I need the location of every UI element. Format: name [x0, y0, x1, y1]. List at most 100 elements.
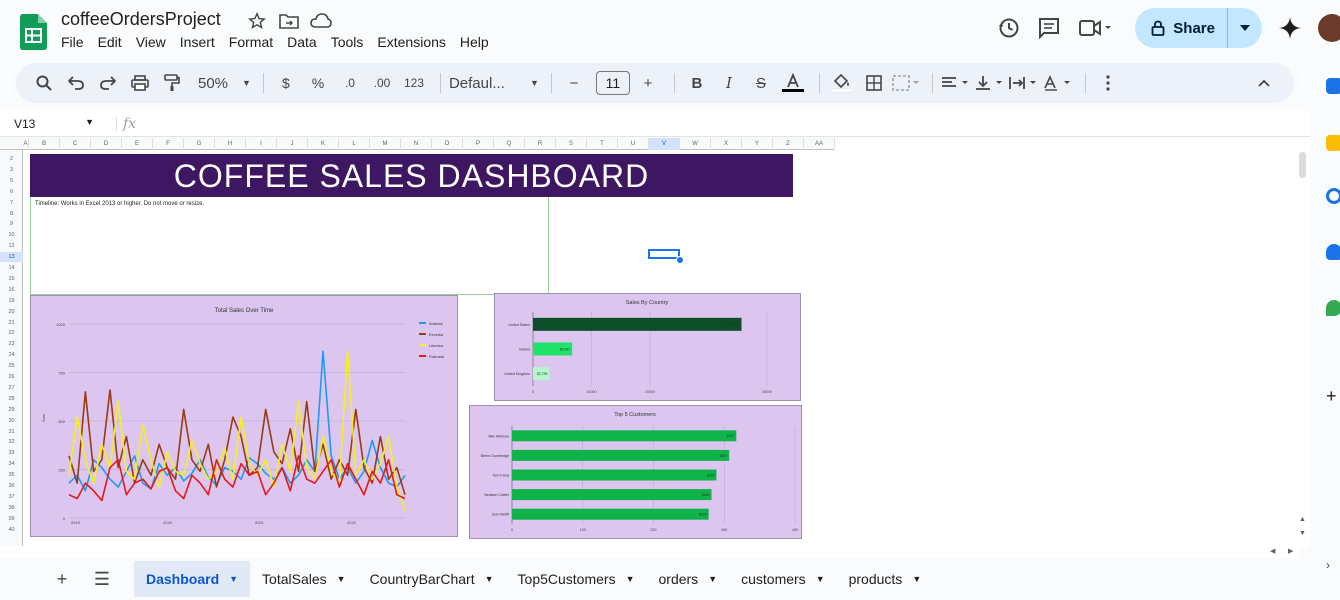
- row-header-28[interactable]: 28: [0, 394, 23, 404]
- menu-edit[interactable]: Edit: [98, 34, 122, 50]
- tab-chevron-down-icon[interactable]: ▼: [229, 574, 238, 584]
- tab-countrybarchart[interactable]: CountryBarChart ▼: [358, 561, 506, 597]
- share-options-chevron-icon[interactable]: [1228, 8, 1262, 48]
- row-header-33[interactable]: 33: [0, 448, 23, 458]
- column-header-p[interactable]: P: [463, 138, 494, 150]
- column-header-y[interactable]: Y: [742, 138, 773, 150]
- share-button[interactable]: Share: [1135, 8, 1262, 48]
- row-header-5[interactable]: 5: [0, 176, 23, 186]
- scroll-down-arrow-icon[interactable]: ▼: [1299, 530, 1306, 537]
- column-header-m[interactable]: M: [370, 138, 401, 150]
- calendar-icon[interactable]: [1326, 78, 1340, 94]
- tab-chevron-down-icon[interactable]: ▼: [337, 574, 346, 584]
- bold-icon[interactable]: B: [683, 69, 711, 97]
- column-header-t[interactable]: T: [587, 138, 618, 150]
- scroll-left-arrow-icon[interactable]: ◀: [1270, 547, 1275, 555]
- fill-color-icon[interactable]: [828, 69, 856, 97]
- strikethrough-icon[interactable]: S: [747, 69, 775, 97]
- menu-insert[interactable]: Insert: [180, 34, 215, 50]
- column-header-v[interactable]: V: [649, 138, 680, 150]
- tab-chevron-down-icon[interactable]: ▼: [816, 574, 825, 584]
- name-box[interactable]: V13 ▼: [0, 117, 100, 131]
- row-header-39[interactable]: 39: [0, 514, 23, 524]
- tab-chevron-down-icon[interactable]: ▼: [708, 574, 717, 584]
- increase-font-size-button[interactable]: +: [634, 69, 662, 97]
- row-header-22[interactable]: 22: [0, 328, 23, 338]
- vertical-scrollbar[interactable]: ▲ ▼: [1296, 138, 1310, 546]
- menu-extensions[interactable]: Extensions: [377, 34, 445, 50]
- row-header-13[interactable]: 13: [0, 252, 23, 263]
- increase-decimal-button[interactable]: .00: [368, 69, 396, 97]
- row-header-30[interactable]: 30: [0, 416, 23, 426]
- menu-file[interactable]: File: [61, 34, 84, 50]
- sheets-logo-icon[interactable]: [20, 14, 47, 50]
- row-header-37[interactable]: 37: [0, 492, 23, 502]
- row-header-24[interactable]: 24: [0, 350, 23, 360]
- total-sales-chart[interactable]: Total Sales Over Time 0 250 500 750 1000 Sum 20…: [30, 295, 458, 537]
- row-header-35[interactable]: 35: [0, 470, 23, 480]
- document-title[interactable]: coffeeOrdersProject: [61, 9, 221, 30]
- borders-icon[interactable]: [860, 69, 888, 97]
- tab-customers[interactable]: customers ▼: [729, 561, 837, 597]
- gemini-sparkle-icon[interactable]: [1270, 9, 1310, 47]
- row-header-32[interactable]: 32: [0, 437, 23, 447]
- all-sheets-menu-icon[interactable]: ☰: [82, 569, 122, 590]
- paint-format-icon[interactable]: [158, 69, 186, 97]
- column-header-d[interactable]: D: [91, 138, 122, 150]
- more-options-icon[interactable]: [1094, 69, 1122, 97]
- font-size-input[interactable]: 11: [595, 71, 630, 95]
- row-header-2[interactable]: 2: [0, 154, 23, 164]
- contacts-icon[interactable]: [1326, 244, 1340, 260]
- vertical-scroll-thumb[interactable]: [1299, 152, 1306, 178]
- search-menus-icon[interactable]: [30, 69, 58, 97]
- move-folder-icon[interactable]: [278, 11, 300, 31]
- zoom-select[interactable]: 50% ▼: [198, 69, 251, 97]
- column-header-s[interactable]: S: [556, 138, 587, 150]
- keep-icon[interactable]: [1326, 135, 1340, 151]
- tab-products[interactable]: products ▼: [837, 561, 934, 597]
- column-header-g[interactable]: G: [184, 138, 215, 150]
- sales-by-country-chart[interactable]: Sales By Country 0 10000 20000 40000 United S…: [494, 293, 801, 401]
- maps-icon[interactable]: [1326, 300, 1340, 316]
- row-header-16[interactable]: 16: [0, 285, 23, 295]
- row-header-10[interactable]: 10: [0, 230, 23, 240]
- menu-data[interactable]: Data: [287, 34, 317, 50]
- decrease-decimal-button[interactable]: .0: [336, 69, 364, 97]
- column-header-r[interactable]: R: [525, 138, 556, 150]
- column-header-aa[interactable]: AA: [804, 138, 835, 150]
- sheet-grid[interactable]: A B C D E F G H I J K L M N O P Q R S T U V W X Y Z AA 2 3 5 6 7 8 9 10 12…: [0, 138, 1310, 548]
- cloud-saved-icon[interactable]: [310, 11, 332, 31]
- font-family-select[interactable]: Defaul... ▼: [449, 69, 539, 97]
- italic-icon[interactable]: I: [715, 69, 743, 97]
- horizontal-align-icon[interactable]: [941, 69, 971, 97]
- tab-dashboard[interactable]: Dashboard ▼: [134, 561, 251, 597]
- row-header-31[interactable]: 31: [0, 427, 23, 437]
- row-header-9[interactable]: 9: [0, 219, 23, 229]
- menu-help[interactable]: Help: [460, 34, 489, 50]
- row-header-14[interactable]: 14: [0, 263, 23, 273]
- undo-icon[interactable]: [62, 69, 90, 97]
- fill-handle[interactable]: [676, 256, 684, 264]
- column-header-l[interactable]: L: [339, 138, 370, 150]
- text-color-icon[interactable]: [779, 69, 807, 97]
- tab-chevron-down-icon[interactable]: ▼: [626, 574, 635, 584]
- row-header-6[interactable]: 6: [0, 187, 23, 197]
- tab-chevron-down-icon[interactable]: ▼: [912, 574, 921, 584]
- decrease-font-size-button[interactable]: −: [560, 69, 588, 97]
- merge-cells-icon[interactable]: [892, 69, 920, 97]
- tasks-icon[interactable]: [1326, 188, 1340, 204]
- row-header-40[interactable]: 40: [0, 525, 23, 535]
- user-avatar[interactable]: [1318, 14, 1340, 42]
- row-header-8[interactable]: 8: [0, 209, 23, 219]
- vertical-align-icon[interactable]: [975, 69, 1005, 97]
- scroll-up-arrow-icon[interactable]: ▲: [1299, 516, 1306, 523]
- row-header-19[interactable]: 19: [0, 296, 23, 306]
- row-header-27[interactable]: 27: [0, 383, 23, 393]
- hide-side-panel-icon[interactable]: ›: [1326, 558, 1340, 574]
- row-header-20[interactable]: 20: [0, 307, 23, 317]
- scroll-right-arrow-icon[interactable]: ▶: [1288, 547, 1293, 555]
- column-header-f[interactable]: F: [153, 138, 184, 150]
- row-header-12[interactable]: 12: [0, 241, 23, 251]
- column-header-z[interactable]: Z: [773, 138, 804, 150]
- row-header-23[interactable]: 23: [0, 339, 23, 349]
